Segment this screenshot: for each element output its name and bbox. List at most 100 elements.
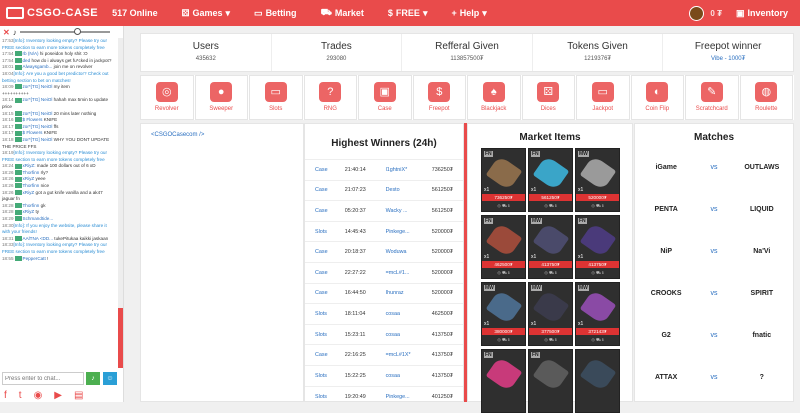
volume-slider[interactable] xyxy=(19,28,110,35)
winner-name[interactable]: Pinkege... xyxy=(375,385,422,401)
cart-icon[interactable]: ⛟ xyxy=(549,337,554,342)
match-row[interactable]: iGame vs OUTLAWS xyxy=(634,146,794,188)
game-type[interactable]: Case xyxy=(305,261,335,284)
game-sweeper[interactable]: ● Sweeper xyxy=(194,75,248,120)
chat-username[interactable]: zor*[TG] NeiOl xyxy=(23,124,53,129)
game-coin-flip[interactable]: ◐ Coin Flip xyxy=(630,75,684,120)
market-item[interactable]: MW x1 520000₮ ◎ ⛟ ℹ xyxy=(575,148,620,212)
cart-icon[interactable]: ⛟ xyxy=(502,337,507,342)
facebook-icon[interactable]: f xyxy=(4,390,7,401)
info-icon[interactable]: ℹ xyxy=(602,270,604,275)
market-item[interactable]: FN x1 462500₮ ◎ ⛟ ℹ xyxy=(481,215,526,279)
chat-username[interactable]: xRiyZ xyxy=(23,190,35,195)
chat-username[interactable]: Alwaysgamb... xyxy=(23,64,53,69)
winner-name[interactable]: Ihunraz xyxy=(375,282,422,304)
inspect-icon[interactable]: ◎ xyxy=(544,270,548,275)
chat-username[interactable]: rb (N/A) xyxy=(23,51,39,56)
market-item[interactable]: FN xyxy=(528,349,573,413)
nav-market[interactable]: ⛟ Market xyxy=(321,7,364,19)
info-icon[interactable]: ℹ xyxy=(602,337,604,342)
game-rng[interactable]: ? RNG xyxy=(303,75,357,120)
close-icon[interactable]: ✕ xyxy=(3,28,10,37)
nav-free[interactable]: $ FREE ▾ xyxy=(388,8,428,19)
winner-name[interactable]: Woduwa xyxy=(375,241,422,263)
chat-username[interactable]: AAlTNA <DD... xyxy=(23,236,54,241)
chat-username[interactable]: zor*[TG] NeiOl xyxy=(23,97,53,102)
info-icon[interactable]: ℹ xyxy=(555,270,557,275)
inspect-icon[interactable]: ◎ xyxy=(591,203,595,208)
game-type[interactable]: Case xyxy=(305,200,335,222)
game-type[interactable]: Slots xyxy=(305,385,335,401)
winner-name[interactable]: l1ghtniX* xyxy=(375,159,422,181)
market-item[interactable]: FN x1 736250₮ ◎ ⛟ ℹ xyxy=(481,148,526,212)
winner-name[interactable]: cosaa xyxy=(375,364,422,387)
volume-icon[interactable]: ♪ xyxy=(13,28,17,37)
chat-username[interactable]: Thorfinn xyxy=(23,183,40,188)
chat-username[interactable]: Thorfinn xyxy=(23,203,40,208)
cart-icon[interactable]: ⛟ xyxy=(502,270,507,275)
winner-name[interactable]: cosaa xyxy=(375,303,422,325)
chat-username[interactable]: $ Flowers xyxy=(23,130,43,135)
market-item[interactable]: MW x1 380000₮ ◎ ⛟ ℹ xyxy=(481,282,526,346)
match-row[interactable]: CROOKS vs SPIRIT xyxy=(634,272,794,314)
inspect-icon[interactable]: ◎ xyxy=(544,203,548,208)
chat-username[interactable]: zor*[TG] NeiOl xyxy=(23,84,53,89)
info-icon[interactable]: ℹ xyxy=(508,203,510,208)
winner-name[interactable]: =mcL#1X* xyxy=(375,344,422,366)
chat-username[interactable]: Schmandtide... xyxy=(23,216,54,221)
chat-username[interactable]: Thorfinn xyxy=(23,170,40,175)
game-type[interactable]: Slots xyxy=(305,364,335,387)
winner-name[interactable]: =mcL#1... xyxy=(375,261,422,284)
market-item[interactable]: MW x1 377500₮ ◎ ⛟ ℹ xyxy=(528,282,573,346)
game-type[interactable]: Case xyxy=(305,344,335,366)
market-item[interactable]: FN xyxy=(481,349,526,413)
market-item[interactable] xyxy=(575,349,620,413)
cart-icon[interactable]: ⛟ xyxy=(549,203,554,208)
nav-help[interactable]: + Help ▾ xyxy=(451,8,486,19)
info-icon[interactable]: ℹ xyxy=(602,203,604,208)
game-type[interactable]: Slots xyxy=(305,323,335,345)
chat-username[interactable]: zor*[TG] NeiOl xyxy=(23,111,53,116)
game-type[interactable]: Case xyxy=(305,282,335,304)
game-roulette[interactable]: ◍ Roulette xyxy=(739,75,793,120)
chat-username[interactable]: xRiyZ xyxy=(23,209,35,214)
match-row[interactable]: NiP vs Na'Vi xyxy=(634,230,794,272)
cart-icon[interactable]: ⛟ xyxy=(549,270,554,275)
site-logo[interactable]: CSGO-CASE xyxy=(6,7,98,19)
inspect-icon[interactable]: ◎ xyxy=(497,270,501,275)
market-item[interactable]: FN x1 561250₮ ◎ ⛟ ℹ xyxy=(528,148,573,212)
chat-username[interactable]: ded xyxy=(23,58,31,63)
info-icon[interactable]: ℹ xyxy=(555,203,557,208)
game-type[interactable]: Slots xyxy=(305,303,335,325)
game-type[interactable]: Case xyxy=(305,241,335,263)
nav-inventory[interactable]: ▣ Inventory xyxy=(736,8,788,19)
game-case[interactable]: ▣ Case xyxy=(358,75,412,120)
game-dices[interactable]: ⚄ Dices xyxy=(521,75,575,120)
chat-username[interactable]: xRiyZ xyxy=(23,176,35,181)
winner-name[interactable]: Wacky ... xyxy=(375,200,422,222)
info-icon[interactable]: ℹ xyxy=(508,337,510,342)
info-icon[interactable]: ℹ xyxy=(555,337,557,342)
game-scratchcard[interactable]: ✎ Scratchcard xyxy=(685,75,739,120)
chat-scrollbar-thumb[interactable] xyxy=(118,308,123,368)
inspect-icon[interactable]: ◎ xyxy=(591,270,595,275)
youtube-icon[interactable]: ▶ xyxy=(54,390,62,401)
inspect-icon[interactable]: ◎ xyxy=(497,337,501,342)
game-blackjack[interactable]: ♠ Blackjack xyxy=(467,75,521,120)
match-row[interactable]: ATTAX vs? xyxy=(634,356,794,398)
avatar[interactable] xyxy=(689,5,705,21)
steam-icon[interactable]: ◉ xyxy=(34,390,43,401)
twitter-icon[interactable]: t xyxy=(19,390,22,401)
game-type[interactable]: Slots xyxy=(305,220,335,242)
market-item[interactable]: FN x1 413750₮ ◎ ⛟ ℹ xyxy=(575,215,620,279)
match-row[interactable]: G2 vs fnatic xyxy=(634,314,794,356)
cart-icon[interactable]: ⛟ xyxy=(596,270,601,275)
market-item[interactable]: MW x1 372143₮ ◎ ⛟ ℹ xyxy=(575,282,620,346)
game-type[interactable]: Case xyxy=(305,179,335,201)
volume-slider-knob[interactable] xyxy=(73,28,81,35)
chat-scrollbar[interactable] xyxy=(118,38,123,368)
twitch-icon[interactable]: ▤ xyxy=(74,390,83,401)
winner-name[interactable]: cosaa xyxy=(375,323,422,345)
site-link[interactable]: <CSGOCasecom /> xyxy=(151,132,303,138)
chat-username[interactable]: $ Flowers xyxy=(23,117,43,122)
